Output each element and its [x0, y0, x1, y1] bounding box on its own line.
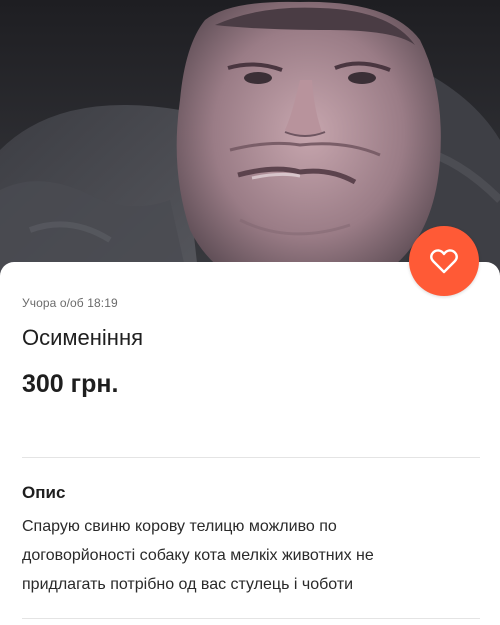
favorite-button[interactable]	[409, 226, 479, 296]
description-line: договорйоності собаку кота мелкіх животн…	[22, 547, 374, 564]
description-line: придлагать потрібно од вас стулець і чоб…	[22, 576, 354, 593]
posted-date: Учора о/об 18:19	[22, 296, 118, 310]
description-line: Спарую свиню корову телицю можливо по	[22, 518, 337, 535]
description-heading: Опис	[22, 483, 66, 502]
divider	[22, 618, 480, 619]
listing-card: Учора о/об 18:19 Осименіння 300 грн. Опи…	[0, 262, 500, 625]
listing-price: 300 грн.	[22, 370, 119, 398]
listing-title: Осименіння	[22, 325, 144, 350]
divider	[22, 457, 480, 458]
heart-icon	[430, 249, 458, 274]
listing-page: Учора о/об 18:19 Осименіння 300 грн. Опи…	[0, 0, 500, 625]
